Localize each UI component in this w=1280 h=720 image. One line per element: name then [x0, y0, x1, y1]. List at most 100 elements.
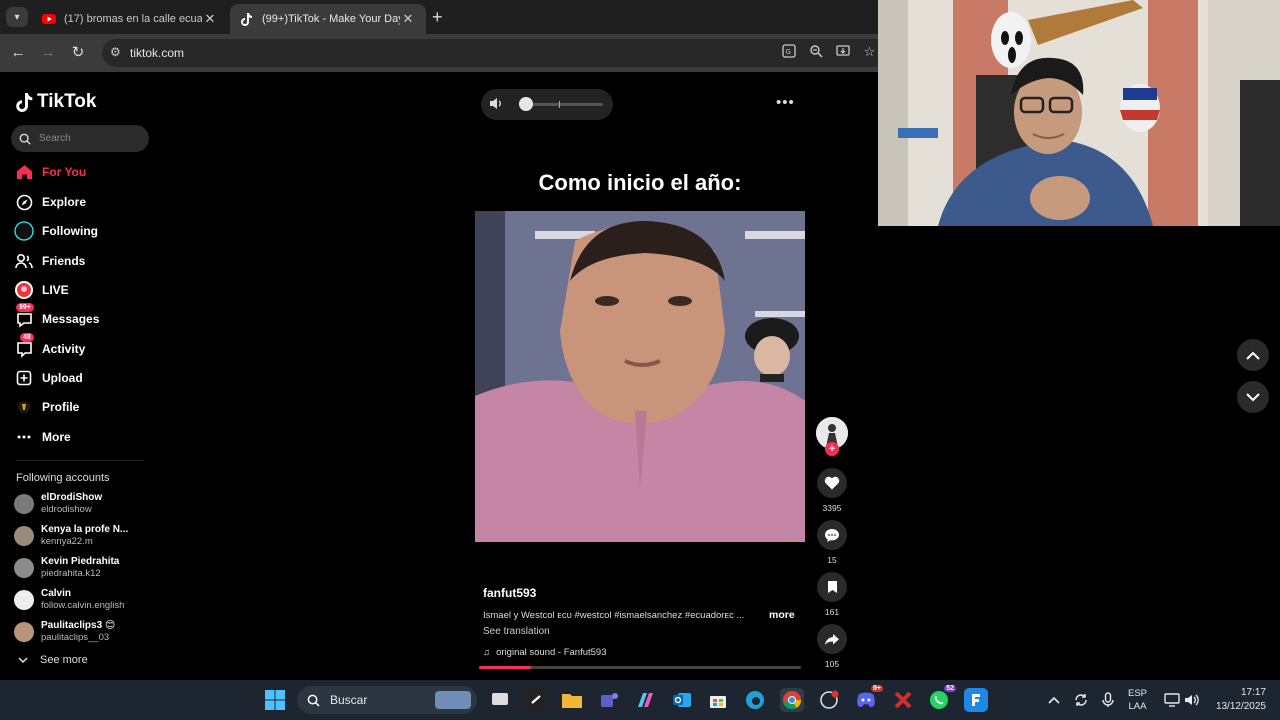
video-frame[interactable]: [475, 211, 805, 542]
speaker-icon[interactable]: [489, 97, 503, 113]
edge-icon[interactable]: [743, 688, 767, 712]
nav-explore[interactable]: Explore: [14, 190, 86, 214]
like-count: 3395: [822, 503, 842, 513]
video-author[interactable]: fanfut593: [483, 586, 536, 600]
nav-label: Profile: [42, 400, 80, 414]
search-input[interactable]: Search: [11, 125, 149, 152]
volume-control[interactable]: [481, 89, 613, 120]
bookmark-star-icon[interactable]: ☆: [861, 44, 878, 61]
sound-link[interactable]: ♫ original sound - Fanfut593: [483, 647, 607, 658]
video-overlay-title: Como inicio el año:: [538, 170, 742, 195]
nav-label: For You: [42, 165, 87, 179]
tray-chevron-up-icon[interactable]: [1048, 680, 1060, 720]
nav-profile[interactable]: Profile: [14, 395, 79, 419]
nav-activity[interactable]: 48 Activity: [14, 333, 85, 361]
youtube-icon: [42, 12, 56, 26]
file-explorer-icon[interactable]: [560, 688, 584, 712]
following-accounts-title: Following accounts: [16, 472, 110, 484]
red-x-app-icon[interactable]: [891, 688, 915, 712]
clock-time: 17:17: [1240, 687, 1266, 698]
comment-button[interactable]: [817, 520, 847, 550]
new-tab-button[interactable]: +: [432, 7, 443, 28]
discord-icon[interactable]: 9+: [854, 685, 883, 712]
account-name: Kenya la profe N...: [41, 524, 129, 535]
task-view-icon[interactable]: [488, 688, 512, 712]
language-indicator[interactable]: ESP LAA: [1128, 687, 1147, 713]
clock-date: 13/12/2025: [1215, 701, 1266, 712]
f-app-icon[interactable]: [964, 688, 988, 712]
following-account[interactable]: Kenya la profe N... kennya22.m: [14, 524, 128, 548]
copilot-icon[interactable]: [633, 688, 657, 712]
store-icon[interactable]: [706, 688, 730, 712]
translate-icon[interactable]: G: [780, 44, 797, 61]
previous-video-button[interactable]: [1237, 339, 1269, 371]
following-icon: [14, 221, 34, 241]
whatsapp-icon[interactable]: 52: [927, 685, 956, 712]
search-icon: [19, 133, 31, 145]
app-icon[interactable]: [524, 688, 548, 712]
see-more-button[interactable]: See more: [18, 654, 88, 666]
chrome-icon[interactable]: [780, 688, 804, 712]
webcam-picture: [878, 0, 1280, 226]
video-options-icon[interactable]: •••: [776, 94, 795, 111]
account-name: Kevin Piedrahita: [41, 556, 120, 567]
taskbar-search[interactable]: Buscar: [297, 686, 477, 714]
tiktok-logo[interactable]: TikTok: [16, 91, 96, 113]
more-icon: [14, 427, 34, 447]
nav-more[interactable]: More: [14, 425, 71, 449]
tab-tiktok[interactable]: (99+)TikTok - Make Your Day ✕: [230, 4, 426, 34]
following-account[interactable]: Kevin Piedrahita piedrahita.k12: [14, 556, 119, 580]
tiktok-sidebar: TikTok Search For You Explore Following …: [0, 74, 160, 680]
nav-messages[interactable]: 99+ Messages: [14, 303, 100, 331]
tab-search-button[interactable]: ▾: [6, 7, 28, 27]
volume-icon[interactable]: [1184, 680, 1200, 720]
close-tab-icon[interactable]: ✕: [400, 11, 416, 27]
sync-icon[interactable]: [1073, 680, 1089, 720]
avatar: [14, 622, 34, 642]
outlook-icon[interactable]: [670, 688, 694, 712]
chevron-down-icon: [1246, 392, 1260, 401]
nav-live[interactable]: LIVE: [14, 278, 69, 302]
see-translation-link[interactable]: See translation: [483, 626, 550, 637]
recorder-icon[interactable]: [817, 688, 841, 712]
share-count: 105: [824, 659, 840, 669]
next-video-button[interactable]: [1237, 381, 1269, 413]
teams-icon[interactable]: [597, 688, 621, 712]
following-account[interactable]: Paulitaclips3 😊 paulitaclips__03: [14, 620, 115, 644]
close-tab-icon[interactable]: ✕: [202, 11, 218, 27]
start-button[interactable]: [263, 688, 287, 712]
nav-following[interactable]: Following: [14, 219, 98, 243]
more-button[interactable]: more: [769, 609, 795, 621]
avatar: [14, 526, 34, 546]
system-clock[interactable]: 17:17 13/12/2025: [1208, 686, 1266, 714]
account-name: Paulitaclips3 😊: [41, 620, 116, 631]
nav-upload[interactable]: Upload: [14, 366, 83, 390]
following-account[interactable]: elDrodiShow eldrodishow: [14, 492, 102, 516]
zoom-icon[interactable]: [807, 44, 824, 61]
save-button[interactable]: [817, 572, 847, 602]
follow-plus-button[interactable]: +: [825, 442, 839, 456]
site-info-icon[interactable]: ⚙: [110, 45, 121, 59]
forward-icon[interactable]: →: [38, 43, 58, 63]
back-icon[interactable]: ←: [8, 43, 28, 63]
volume-knob[interactable]: [519, 97, 533, 111]
browser-tab-bar: ▾ (17) bromas en la calle ecuador ✕ (99+…: [0, 0, 878, 34]
video-description: Ismael y Westcol ᴇᴄᴜ #westcol #ismaelsan…: [483, 610, 745, 621]
nav-label: Messages: [42, 312, 100, 326]
address-bar[interactable]: ⚙ tiktok.com G ☆: [102, 39, 878, 67]
video-progress-bar[interactable]: [479, 666, 801, 669]
nav-friends[interactable]: Friends: [14, 249, 85, 273]
nav-for-you[interactable]: For You: [14, 160, 86, 184]
share-button[interactable]: [817, 624, 847, 654]
install-app-icon[interactable]: [834, 44, 851, 61]
reload-icon[interactable]: ↻: [68, 43, 88, 63]
microphone-icon[interactable]: [1102, 680, 1114, 720]
network-icon[interactable]: [1164, 680, 1180, 720]
account-name: elDrodiShow: [41, 492, 103, 503]
account-handle: kennya22.m: [41, 536, 93, 547]
nav-label: Explore: [42, 195, 87, 209]
following-account[interactable]: Calvin follow.calvin.english: [14, 588, 124, 612]
like-button[interactable]: [817, 468, 847, 498]
volume-slider[interactable]: [523, 103, 603, 106]
tab-youtube[interactable]: (17) bromas en la calle ecuador ✕: [32, 4, 228, 34]
